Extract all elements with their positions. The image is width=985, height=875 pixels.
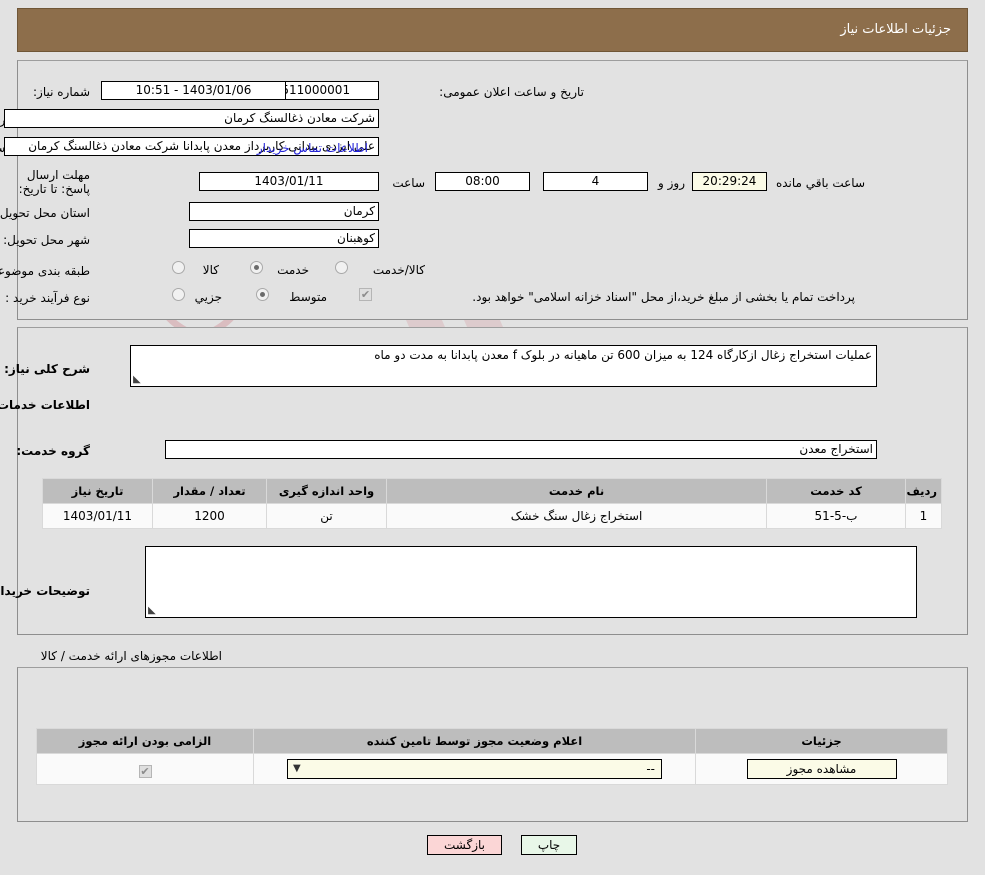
treasury-docs-note: پرداخت تمام یا بخشی از مبلغ خرید،از محل … <box>472 290 855 304</box>
radio-category-goods-service[interactable] <box>335 261 348 274</box>
radio-process-medium-label: متوسط <box>289 290 327 304</box>
cell-row-number: 1 <box>905 503 942 529</box>
page-header-bar: جزئیات اطلاعات نیاز <box>17 8 968 52</box>
delivery-city-field[interactable]: کوهبنان <box>189 229 379 248</box>
need-summary-label: شرح کلی نیاز: <box>4 362 90 376</box>
resize-grip-icon-2[interactable]: ◢ <box>148 605 158 616</box>
treasury-docs-checkbox[interactable]: ✔ <box>359 288 372 301</box>
delivery-province-field[interactable]: کرمان <box>189 202 379 221</box>
buyer-org-field[interactable]: شرکت معادن ذغالسنگ کرمان <box>4 109 379 128</box>
delivery-city-label: شهر محل تحویل: <box>3 233 90 247</box>
permits-section-note: اطلاعات مجوزهای ارائه خدمت / کالا <box>40 649 222 663</box>
radio-process-minor-label: جزيي <box>194 290 222 304</box>
page-title: جزئیات اطلاعات نیاز <box>840 22 951 37</box>
radio-category-service-label: خدمت <box>277 263 309 277</box>
th-measure-unit: واحد اندازه گیری <box>266 478 387 504</box>
back-button[interactable]: بازگشت <box>427 835 502 855</box>
print-button[interactable]: چاپ <box>521 835 577 855</box>
buyer-notes-textarea[interactable]: ◢ <box>145 546 917 618</box>
table-row: مشاهده مجوز -- ▼ ✔ <box>36 753 948 785</box>
service-group-field[interactable]: استخراج معدن <box>165 440 877 459</box>
cell-need-date: 1403/01/11 <box>42 503 153 529</box>
subject-category-label: طبقه بندی موضوعی: <box>0 264 90 278</box>
resize-grip-icon[interactable]: ◢ <box>133 374 143 385</box>
cell-quantity: 1200 <box>152 503 267 529</box>
need-summary-textarea[interactable]: عملیات استخراج زغال ازکارگاه 124 به میزا… <box>130 345 877 387</box>
radio-category-goods-label: کالا <box>202 263 219 277</box>
radio-category-service[interactable] <box>250 261 263 274</box>
remaining-time-field: 20:29:24 <box>692 172 767 191</box>
th-quantity: تعداد / مقدار <box>152 478 267 504</box>
need-number-label: شماره نیاز: <box>33 85 90 99</box>
need-summary-text: عملیات استخراج زغال ازکارگاه 124 به میزا… <box>374 348 872 362</box>
announcement-datetime-label: تاریخ و ساعت اعلان عمومی: <box>439 85 584 99</box>
permits-table-header-row: جزئیات اعلام وضعیت مجوز توسط تامین کننده… <box>36 728 948 754</box>
cell-permit-required: ✔ <box>36 753 254 785</box>
purchase-process-label: نوع فرآیند خرید : <box>5 291 90 305</box>
services-table: ردیف کد خدمت نام خدمت واحد اندازه گیری ت… <box>42 478 942 529</box>
th-permit-required: الزامی بودن ارائه مجوز <box>36 728 254 754</box>
deadline-hour-field[interactable]: 08:00 <box>435 172 530 191</box>
th-permit-status: اعلام وضعیت مجوز توسط تامین کننده <box>253 728 696 754</box>
th-row-number: ردیف <box>905 478 942 504</box>
services-info-heading: اطلاعات خدمات مورد نیاز <box>0 398 90 412</box>
days-word-label: روز و <box>658 176 685 190</box>
response-deadline-label: مهلت ارسال پاسخ: تا تاریخ: <box>18 168 90 196</box>
radio-process-medium[interactable] <box>256 288 269 301</box>
th-permit-details: جزئیات <box>695 728 948 754</box>
permit-required-checkbox: ✔ <box>138 765 152 778</box>
deadline-date-field[interactable]: 1403/01/11 <box>199 172 379 191</box>
buyer-contact-link[interactable]: اطلاعات تماس خریدار <box>257 141 368 155</box>
cell-service-name: استخراج زغال سنگ خشک <box>386 503 767 529</box>
cell-service-code: ب-5-51 <box>766 503 906 529</box>
service-group-label: گروه خدمت: <box>16 444 90 458</box>
permit-status-dropdown[interactable]: -- ▼ <box>287 759 662 779</box>
delivery-province-label: استان محل تحویل: <box>0 206 90 220</box>
services-table-header-row: ردیف کد خدمت نام خدمت واحد اندازه گیری ت… <box>42 478 942 504</box>
cell-permit-details: مشاهده مجوز <box>695 753 948 785</box>
th-need-date: تاریخ نیاز <box>42 478 153 504</box>
hour-label: ساعت <box>392 176 425 190</box>
cell-permit-status: -- ▼ <box>253 753 696 785</box>
remaining-word-label: ساعت باقي مانده <box>775 176 865 190</box>
chevron-down-icon: ▼ <box>293 763 301 774</box>
days-remaining-field[interactable]: 4 <box>543 172 648 191</box>
table-row: 1 ب-5-51 استخراج زغال سنگ خشک تن 1200 14… <box>42 503 942 529</box>
permit-status-value: -- <box>646 762 655 776</box>
cell-measure-unit: تن <box>266 503 387 529</box>
th-service-code: کد خدمت <box>766 478 906 504</box>
view-permit-button[interactable]: مشاهده مجوز <box>746 759 897 779</box>
radio-category-goods[interactable] <box>172 261 185 274</box>
radio-process-minor[interactable] <box>172 288 185 301</box>
buyer-notes-label: توضیحات خریدار: <box>0 584 90 598</box>
announcement-datetime-field[interactable]: 1403/01/06 - 10:51 <box>101 81 286 100</box>
permits-table: جزئیات اعلام وضعیت مجوز توسط تامین کننده… <box>36 728 948 785</box>
th-service-name: نام خدمت <box>386 478 767 504</box>
radio-category-goods-service-label: کالا/خدمت <box>372 263 425 277</box>
